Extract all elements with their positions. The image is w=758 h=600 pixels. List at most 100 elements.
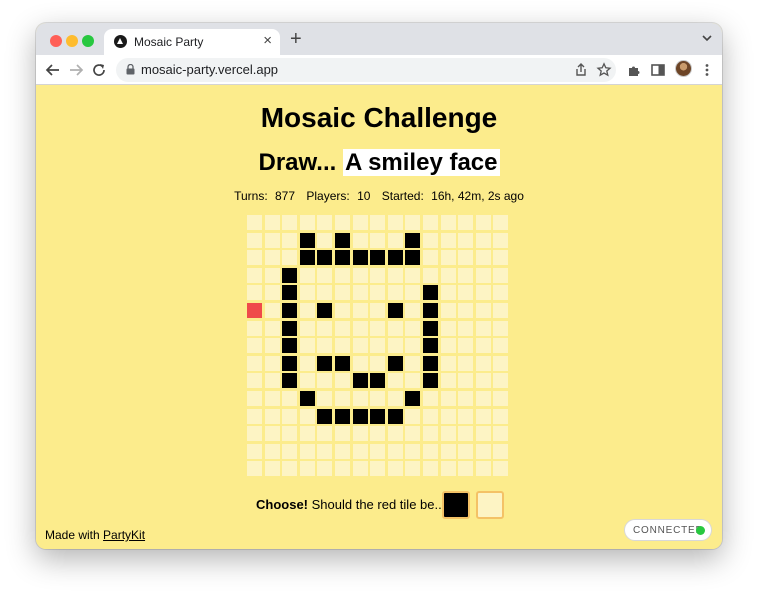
mosaic-tile	[441, 444, 456, 459]
mosaic-tile	[370, 250, 385, 265]
mosaic-tile	[441, 285, 456, 300]
mosaic-tile	[282, 321, 297, 336]
mosaic-tile	[282, 215, 297, 230]
mosaic-tile	[282, 303, 297, 318]
mosaic-tile	[317, 268, 332, 283]
mosaic-tile	[317, 338, 332, 353]
mosaic-tile	[353, 250, 368, 265]
mosaic-tile	[265, 373, 280, 388]
mosaic-tile	[493, 373, 508, 388]
mosaic-tile	[353, 356, 368, 371]
address-bar[interactable]: mosaic-party.vercel.app	[116, 58, 616, 82]
mosaic-tile	[476, 356, 491, 371]
mosaic-tile	[476, 373, 491, 388]
mosaic-tile	[405, 250, 420, 265]
close-window-button[interactable]	[50, 35, 62, 47]
mosaic-tile	[476, 285, 491, 300]
mosaic-tile	[441, 268, 456, 283]
mosaic-tile	[458, 250, 473, 265]
mosaic-tile	[405, 391, 420, 406]
mosaic-tile	[335, 250, 350, 265]
mosaic-tile	[370, 303, 385, 318]
side-panel-icon[interactable]	[650, 62, 666, 78]
mosaic-tile	[247, 461, 262, 476]
browser-toolbar: mosaic-party.vercel.app	[36, 55, 722, 85]
mosaic-tile	[493, 321, 508, 336]
mosaic-tile	[247, 321, 262, 336]
mosaic-tile	[405, 303, 420, 318]
mosaic-tile	[423, 303, 438, 318]
mosaic-tile	[388, 426, 403, 441]
mosaic-tile	[370, 373, 385, 388]
game-stats: Turns: 877 Players: 10 Started: 16h, 42m…	[36, 189, 722, 203]
mosaic-tile	[353, 373, 368, 388]
mosaic-tile	[493, 215, 508, 230]
new-tab-icon[interactable]: +	[290, 29, 302, 49]
reload-icon[interactable]	[91, 62, 107, 78]
mosaic-tile	[282, 338, 297, 353]
mosaic-tile	[441, 391, 456, 406]
minimize-window-button[interactable]	[66, 35, 78, 47]
mosaic-tile	[441, 233, 456, 248]
mosaic-tile	[441, 303, 456, 318]
turns-stat: Turns: 877	[232, 189, 297, 203]
browser-window: Mosaic Party × + mosaic-party.vercel.app…	[36, 23, 722, 549]
turns-value: 877	[275, 189, 296, 203]
mosaic-tile	[405, 215, 420, 230]
mosaic-tile	[388, 373, 403, 388]
mosaic-tile	[353, 338, 368, 353]
mosaic-tile	[282, 250, 297, 265]
mosaic-tile	[405, 338, 420, 353]
drawing-prompt: Draw... A smiley face	[36, 149, 722, 177]
mosaic-tile	[265, 285, 280, 300]
mosaic-tile	[441, 409, 456, 424]
extensions-icon[interactable]	[626, 62, 642, 78]
mosaic-tile	[335, 444, 350, 459]
mosaic-tile	[317, 215, 332, 230]
mosaic-tile	[247, 233, 262, 248]
mosaic-tile	[423, 409, 438, 424]
choose-black-button[interactable]	[442, 491, 470, 519]
selected-tile	[247, 303, 262, 318]
mosaic-tile	[317, 461, 332, 476]
mosaic-tile	[282, 391, 297, 406]
menu-icon[interactable]	[699, 62, 715, 78]
mosaic-tile	[300, 409, 315, 424]
share-icon[interactable]	[573, 62, 589, 78]
forward-icon[interactable]	[68, 62, 84, 78]
mosaic-tile	[458, 338, 473, 353]
mosaic-tile	[353, 285, 368, 300]
tab-search-icon[interactable]	[702, 33, 712, 43]
partykit-link[interactable]: PartyKit	[103, 528, 145, 542]
mosaic-tile	[370, 215, 385, 230]
mosaic-tile	[265, 233, 280, 248]
zoom-window-button[interactable]	[82, 35, 94, 47]
profile-avatar[interactable]	[675, 60, 692, 77]
mosaic-tile	[476, 444, 491, 459]
mosaic-tile	[247, 409, 262, 424]
mosaic-tile	[247, 356, 262, 371]
mosaic-tile	[370, 409, 385, 424]
mosaic-tile	[441, 356, 456, 371]
mosaic-tile	[388, 303, 403, 318]
tab-close-icon[interactable]: ×	[263, 32, 272, 49]
choose-blank-button[interactable]	[476, 491, 504, 519]
mosaic-tile	[265, 426, 280, 441]
mosaic-tile	[317, 391, 332, 406]
mosaic-tile	[265, 268, 280, 283]
mosaic-tile	[405, 373, 420, 388]
mosaic-tile	[317, 373, 332, 388]
choose-label: Choose!	[256, 497, 308, 512]
mosaic-tile	[458, 285, 473, 300]
mosaic-tile	[405, 285, 420, 300]
back-icon[interactable]	[45, 62, 61, 78]
mosaic-tile	[423, 321, 438, 336]
mosaic-tile	[317, 250, 332, 265]
mosaic-tile	[423, 250, 438, 265]
mosaic-tile	[493, 409, 508, 424]
mosaic-tile	[300, 356, 315, 371]
mosaic-tile	[353, 426, 368, 441]
bookmark-star-icon[interactable]	[596, 62, 612, 78]
mosaic-tile	[423, 426, 438, 441]
browser-tab[interactable]: Mosaic Party ×	[104, 29, 280, 55]
